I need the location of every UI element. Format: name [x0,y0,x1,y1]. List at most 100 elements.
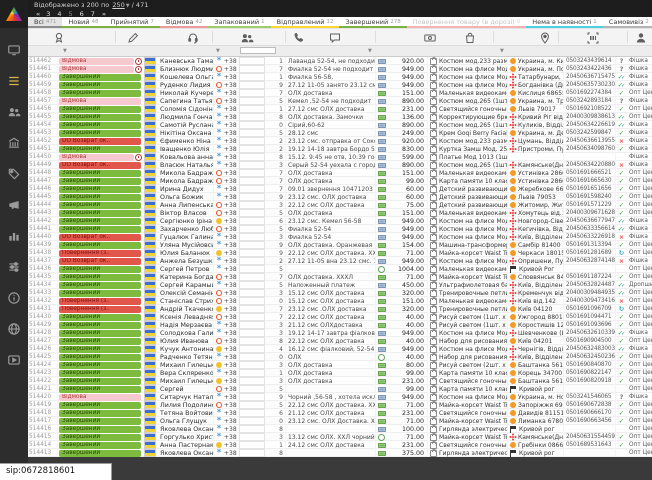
order-row[interactable]: 514435ЗавершенийКатерина Богданова+387ОЛ… [28,273,652,281]
filter-dropdown-caret[interactable]: ▼ [63,48,67,54]
order-row[interactable]: 514446ЗавершенийИрина Дидух*+38709.01 зв… [28,185,652,193]
tracking-barcode-icon[interactable] [586,30,600,44]
order-row[interactable]: 514449DO Возврат ок..Власюк Наталья*+383… [28,161,652,169]
phone-icon[interactable] [291,30,305,44]
order-row[interactable]: 514427ЗавершенийЮлия Иванова+38822.12 см… [28,337,652,345]
order-row[interactable]: 514428ЗавершенийСолодкова Галина В.*+383… [28,329,652,337]
order-row[interactable]: 514417ЗавершенийОльга Глущук*+38023.12 с… [28,417,652,425]
delivery-cell: Жеребкове 664.. [508,185,564,193]
tab-Завершений[interactable]: Завершений278 [339,17,406,28]
tab-Відмова[interactable]: Відмова42 [160,17,208,28]
order-row[interactable]: 514430ЗавершенийКсенія Левадняя+38722.12… [28,313,652,321]
client-name: Анжела Безушку [158,257,214,265]
warehouse-icon[interactable] [5,134,23,152]
tab-Всі[interactable]: Всі471 [28,17,62,28]
dashboard-icon[interactable] [5,41,23,59]
integrations-icon[interactable] [5,320,23,338]
status-ribbon-icon[interactable] [52,30,66,44]
orders-icon[interactable] [5,72,23,90]
location-pin-icon[interactable] [538,30,552,44]
reports-icon[interactable] [5,227,23,245]
order-row[interactable]: 514461ВідмоваБлизнюк Людмила ..+387Фиалк… [28,65,652,73]
order-row[interactable]: 514462ВідмоваКаневська Тамара ..*+381Лав… [28,57,652,65]
order-row[interactable]: 514422ЗавершенийМихаил Гилецький+383ОЛХ … [28,377,652,385]
order-row[interactable]: 514441ЗавершенийЗахарченко Люба+385Фиалк… [28,225,652,233]
order-row[interactable]: 514421ЗавершенийСергей+38599.00Карта пам… [28,385,652,393]
tab-Відправлений[interactable]: Відправлений12 [271,17,340,28]
order-row[interactable]: 514451ЗавершенийІващенко Юлія*+38219.12 … [28,145,652,153]
edit-status-icon[interactable] [126,30,140,44]
filter-dropdown-caret[interactable]: ▼ [216,48,220,54]
tab-Прийнятий[interactable]: Прийнятий7 [105,17,160,28]
order-row[interactable]: 514431Повернення (з..Андрій Ткаченко+387… [28,305,652,313]
payment-icon [378,371,386,376]
order-row[interactable]: 514440DO Возврат ок..Гуцалюк Галина*+383… [28,233,652,241]
order-row[interactable]: 514445ЗавершенийОльга Божик*+38923.12 см… [28,193,652,201]
order-row[interactable]: 514442ЗавершенийСергіюнко Іріна Ми..+386… [28,217,652,225]
order-row[interactable]: 514432Повернення (з..Станіслав Стрижак+3… [28,297,652,305]
client-users-icon[interactable] [240,30,254,44]
status-info-icon[interactable] [135,66,142,73]
product-bag-icon[interactable] [463,30,477,44]
tab-Запакований[interactable]: Запакований1 [208,17,270,28]
order-row[interactable]: 514456ЗавершенийСоломія Сідоніна*+38127.… [28,105,652,113]
filter-dropdown-caret[interactable]: ▼ [368,48,372,54]
order-row[interactable]: 514458ЗавершенийНиколай Кучеренко*+387ОЛ… [28,89,652,97]
order-row[interactable]: 514415ЗавершенийГоргулько Христина.*+383… [28,433,652,441]
repeat-call-icon [216,178,222,184]
order-row[interactable]: 514420ВідмоваСитарчук Наталія Гр.*+389Чо… [28,393,652,401]
order-row[interactable]: 514454ЗавершенийСамотій Руслана Во..*+38… [28,121,652,129]
tab-Нема в наявності[interactable]: Нема в наявності1 [526,17,603,28]
product-bag-icon [430,66,437,73]
order-row[interactable]: 514419ЗавершенийЛилия Подолинская+38522.… [28,401,652,409]
filter-dropdown-caret[interactable]: ▼ [500,48,504,54]
tab-Повернення товару (в дорозі)[interactable]: Повернення товару (в дорозі)0 [407,17,526,28]
order-row[interactable]: 514439ЗавершенийУляна Мусійовська*+389ОЛ… [28,241,652,249]
comment-chat-icon[interactable] [328,30,342,44]
status-info-icon[interactable] [135,154,142,161]
order-row[interactable]: 514452DO Возврат ок..Єфименко Ніна*+3822… [28,137,652,145]
order-row[interactable]: 514416ЗавершенийЯковлева Оксана*+388100.… [28,425,652,433]
order-row[interactable]: 514424ЗавершенийМихаил Гилецький+383ОЛХ … [28,361,652,369]
order-row[interactable]: 514459ЗавершенийРуденко Лидия Пав..+3892… [28,81,652,89]
status-info-icon[interactable] [135,58,142,65]
order-row[interactable]: 514418ЗавершенийТетяна Войтович*+38621.1… [28,409,652,417]
app-logo[interactable] [0,0,28,28]
products-icon[interactable] [5,165,23,183]
order-row[interactable]: 514414ЗавершенийАнна Пастернак+38124.12 … [28,441,652,449]
order-row[interactable]: 514447ЗавершенийМикола Бадражан+387ОЛХ д… [28,177,652,185]
order-row[interactable]: 514457ВідмоваСапегина Татьяна С..+385Кем… [28,97,652,105]
tab-Новий[interactable]: Новий48 [62,17,104,28]
product-name: Костюм на флисе Мод.1014 (1ш.. [439,330,508,337]
operator-headset-icon[interactable] [186,30,200,44]
order-row[interactable]: 514426ЗавершенийКучук Антонина+38416.12 … [28,345,652,353]
clients-icon[interactable] [5,103,23,121]
order-row[interactable]: 514448ЗавершенийМикола Бадражан+387ОЛХ д… [28,169,652,177]
info-icon[interactable] [5,289,23,307]
money-icon[interactable] [423,30,437,44]
order-row[interactable]: 514413ЗавершенийЯковлева Оксана*+388375.… [28,449,652,457]
video-help-icon[interactable] [5,351,23,369]
order-row[interactable]: 514453ЗавершенийНікітіна Оксана Дми..*+3… [28,129,652,137]
order-row[interactable]: 514444ЗавершенийАнна Липенська+38322.12 … [28,201,652,209]
order-row[interactable]: 514434ЗавершенийСергей Карамышев*+385Нал… [28,281,652,289]
order-row[interactable]: 514450ВідмоваКовальова анна*+38815.12. 9… [28,153,652,161]
order-row[interactable]: 514433ЗавершенийОлексій Семанін+38315.12… [28,289,652,297]
ukrposhta-icon [510,98,516,104]
order-row[interactable]: 514425ЗавершенийРадченко Тетяна*+380ОЛХ4… [28,353,652,361]
order-row[interactable]: 514423ЗавершенийВера Скляренко*+381ОЛХ д… [28,369,652,377]
order-id: 514458 [28,89,58,97]
order-row[interactable]: 514429ЗавершенийНадія Мерзаєва*+38321.12… [28,321,652,329]
settings-icon[interactable] [5,258,23,276]
order-row[interactable]: 514436ЗавершенийСергей Петров*+3851004.0… [28,265,652,273]
order-row[interactable]: 514455ЗавершенийЛюдмила Гончарова*+388ОЛ… [28,113,652,121]
marketing-icon[interactable] [5,196,23,214]
order-row[interactable]: 514460ЗавершенийКошелева Ольга Ар..*+381… [28,73,652,81]
manager-person-icon[interactable] [634,30,648,44]
order-row[interactable]: 514438Повернення (з..Юлия Баланюк+38922.… [28,249,652,257]
order-row[interactable]: 514443ЗавершенийВіктор Власов+385ОЛХ дос… [28,209,652,217]
tab-Самовивіз[interactable]: Самовивіз2 [603,17,652,28]
order-row[interactable]: 514437DO Возврат ок..Анжела Безушку*+382… [28,257,652,265]
per-page-select[interactable]: 250 [112,1,124,9]
phone-filter-input[interactable] [240,47,276,54]
